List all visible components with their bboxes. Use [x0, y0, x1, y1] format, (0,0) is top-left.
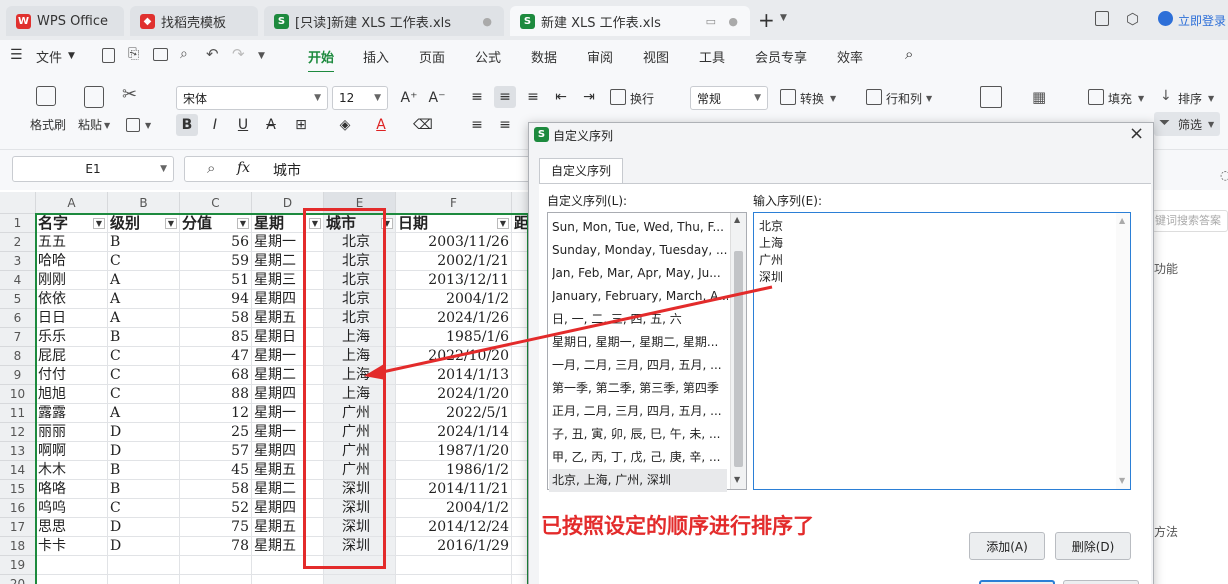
arrow-line [377, 285, 773, 375]
annotation-arrow [364, 285, 773, 380]
arrow-head [364, 364, 386, 380]
